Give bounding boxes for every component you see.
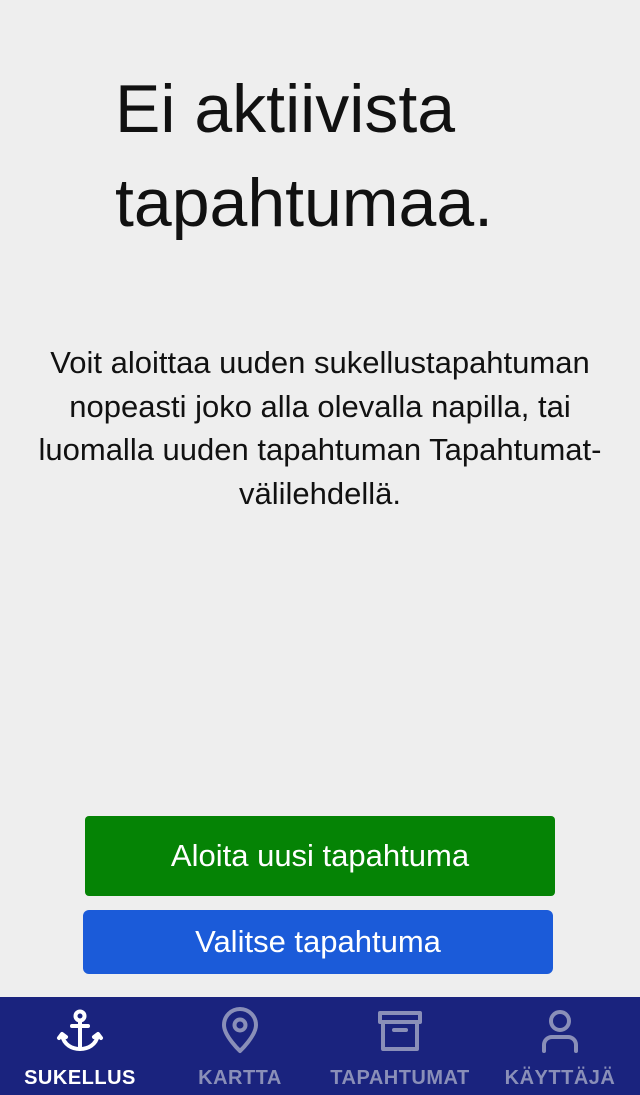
tab-label: KÄYTTÄJÄ (504, 1067, 616, 1089)
select-event-button[interactable]: Valitse tapahtuma (83, 910, 553, 974)
tab-kartta[interactable]: KARTTA (160, 997, 320, 1095)
anchor-icon (57, 1009, 103, 1051)
tab-sukellus[interactable]: SUKELLUS (0, 997, 160, 1095)
user-icon (542, 1010, 578, 1053)
page-title: Ei aktiivista tapahtumaa. (115, 71, 494, 241)
archive-icon (378, 1011, 422, 1051)
bottom-tab-bar: SUKELLUS KARTTA TAPAHTUMAT KÄYTTÄJÄ (0, 997, 640, 1095)
start-new-event-button[interactable]: Aloita uusi tapahtuma (85, 816, 555, 896)
tab-label: SUKELLUS (24, 1067, 136, 1089)
tab-tapahtumat[interactable]: TAPAHTUMAT (320, 997, 480, 1095)
empty-state-description: Voit aloittaa uuden sukellustapahtuman n… (38, 345, 602, 511)
tab-label: KARTTA (198, 1067, 282, 1089)
tab-kayttaja[interactable]: KÄYTTÄJÄ (480, 997, 640, 1095)
tab-label: TAPAHTUMAT (330, 1067, 470, 1089)
map-pin-icon (222, 1007, 258, 1053)
